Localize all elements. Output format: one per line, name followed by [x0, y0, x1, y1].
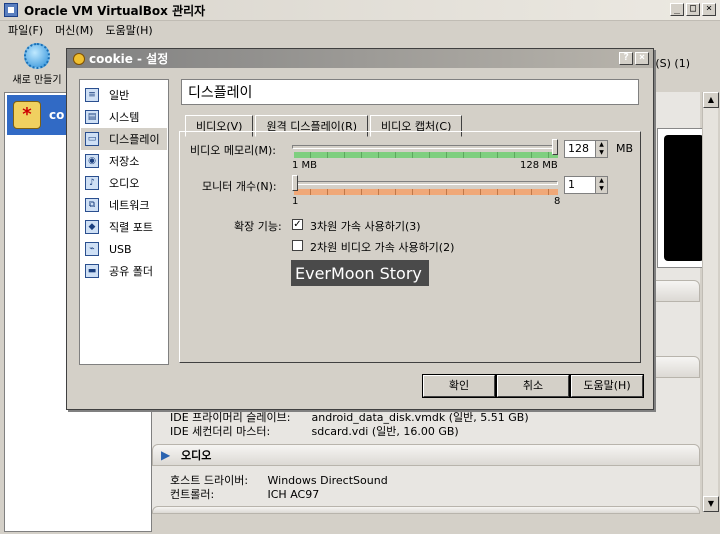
- watermark-overlay: EverMoon Story: [291, 260, 429, 286]
- video-memory-unit: MB: [616, 142, 634, 155]
- scroll-up-icon[interactable]: ▲: [703, 92, 719, 108]
- video-tab-body: 비디오 메모리(M): 1 MB 128 MB 128 ▲ ▼ MB 모니터 개수…: [179, 131, 641, 363]
- monitor-count-value: 1: [568, 178, 575, 191]
- system-icon: ▤: [85, 110, 99, 124]
- category-item-system[interactable]: ▤ 시스템: [81, 106, 167, 128]
- category-item-storage[interactable]: ◉ 저장소: [81, 150, 167, 172]
- category-label: 일반: [109, 89, 130, 102]
- vm-name: co: [49, 108, 65, 122]
- dialog-title: cookie - 설정: [89, 52, 169, 66]
- new-gear-icon: [24, 43, 50, 69]
- audio-value: ICH AC97: [267, 488, 320, 501]
- video-memory-range-bar: [294, 152, 558, 158]
- category-label: 저장소: [109, 155, 140, 168]
- spin-arrows-icon[interactable]: ▲ ▼: [595, 177, 607, 193]
- settings-gear-icon: [73, 52, 85, 65]
- serial-port-icon: ◆: [85, 220, 99, 234]
- speaker-icon: ▶: [161, 448, 171, 462]
- storage-value: sdcard.vdi (일반, 16.00 GB): [311, 425, 459, 438]
- help-question-icon[interactable]: ?: [619, 52, 633, 65]
- main-titlebar: Oracle VM VirtualBox 관리자 _ □ ×: [0, 0, 720, 21]
- dialog-close-icon[interactable]: ×: [635, 52, 649, 65]
- usb-icon: ⌁: [85, 242, 99, 256]
- category-list: ≡ 일반 ▤ 시스템 ▭ 디스플레이 ◉ 저장소 ♪ 오디오 ⧉ 네트워크 ◆ …: [79, 79, 169, 365]
- main-menubar: 파일(F) 머신(M) 도움말(H): [0, 21, 720, 39]
- accel2d-checkbox[interactable]: [292, 240, 303, 251]
- category-label: 오디오: [109, 177, 140, 190]
- vm-os-icon: *: [13, 101, 41, 129]
- category-item-audio[interactable]: ♪ 오디오: [81, 172, 167, 194]
- accel3d-label[interactable]: 3차원 가속 사용하기(3): [310, 218, 421, 234]
- settings-dialog: cookie - 설정 ? × ≡ 일반 ▤ 시스템 ▭ 디스플레이 ◉ 저장소…: [66, 48, 654, 410]
- audio-key: 컨트롤러:: [170, 488, 215, 501]
- help-button[interactable]: 도움말(H): [570, 374, 644, 398]
- maximize-icon[interactable]: □: [686, 3, 700, 16]
- video-memory-max-label: 128 MB: [520, 160, 558, 171]
- category-item-shared-folders[interactable]: ▬ 공유 폴더: [81, 260, 167, 282]
- main-window-title: Oracle VM VirtualBox 관리자: [24, 3, 206, 18]
- video-memory-spinbox[interactable]: 128 ▲ ▼: [564, 140, 608, 158]
- scroll-down-icon[interactable]: ▼: [703, 496, 719, 512]
- storage-row: IDE 세컨더리 마스터: sdcard.vdi (일반, 16.00 GB): [170, 423, 459, 439]
- new-vm-button[interactable]: 새로 만들기: [6, 41, 68, 87]
- category-item-usb[interactable]: ⌁ USB: [81, 238, 167, 260]
- video-memory-min-label: 1 MB: [292, 160, 318, 171]
- audio-row: 컨트롤러: ICH AC97: [170, 486, 319, 502]
- video-memory-label: 비디오 메모리(M):: [190, 144, 276, 157]
- ok-button[interactable]: 확인: [422, 374, 496, 398]
- monitor-count-max-label: 8: [554, 196, 561, 207]
- extended-features-label: 확장 기능:: [234, 220, 282, 233]
- storage-icon: ◉: [85, 154, 99, 168]
- section-title: 디스플레이: [181, 79, 639, 105]
- category-label: USB: [109, 242, 132, 256]
- monitor-count-spinbox[interactable]: 1 ▲ ▼: [564, 176, 608, 194]
- category-label: 디스플레이: [109, 133, 160, 146]
- monitor-count-slider-thumb[interactable]: [292, 175, 298, 191]
- category-label: 공유 폴더: [109, 265, 153, 278]
- storage-key: IDE 세컨더리 마스터:: [170, 425, 271, 438]
- category-item-display[interactable]: ▭ 디스플레이: [81, 128, 167, 150]
- folder-icon: ▬: [85, 264, 99, 278]
- category-label: 직렬 포트: [109, 221, 153, 234]
- dialog-titlebar: cookie - 설정 ? ×: [67, 49, 653, 68]
- display-icon: ▭: [85, 132, 99, 146]
- menu-file[interactable]: 파일(F): [8, 22, 43, 38]
- virtualbox-icon: [4, 3, 18, 17]
- category-item-general[interactable]: ≡ 일반: [81, 84, 167, 106]
- minimize-icon[interactable]: _: [670, 3, 684, 16]
- details-scrollbar[interactable]: ▲ ▼: [702, 92, 719, 512]
- audio-section-header[interactable]: ▶ 오디오: [152, 444, 700, 466]
- monitor-count-min-label: 1: [292, 196, 299, 207]
- cancel-button[interactable]: 취소: [496, 374, 570, 398]
- monitor-count-label: 모니터 개수(N):: [202, 180, 277, 193]
- video-memory-slider-track[interactable]: [292, 145, 558, 149]
- close-icon[interactable]: ×: [702, 3, 716, 16]
- category-label: 시스템: [109, 111, 140, 124]
- toolbar-snapshot-fragment[interactable]: (S) (1): [655, 57, 690, 70]
- audio-header-label: 오디오: [181, 449, 212, 462]
- accel3d-checkbox[interactable]: ✓: [292, 219, 303, 230]
- accel2d-label[interactable]: 2차원 비디오 가속 사용하기(2): [310, 239, 454, 255]
- menu-machine[interactable]: 머신(M): [55, 22, 93, 38]
- monitor-count-range-bar: [294, 189, 558, 195]
- new-vm-label: 새로 만들기: [12, 75, 62, 86]
- settings-panel: 디스플레이 비디오(V) 원격 디스플레이(R) 비디오 캡처(C) 비디오 메…: [175, 79, 643, 365]
- general-icon: ≡: [85, 88, 99, 102]
- main-window-controls: _ □ ×: [670, 3, 716, 16]
- video-memory-slider-thumb[interactable]: [552, 139, 558, 155]
- audio-icon: ♪: [85, 176, 99, 190]
- category-item-network[interactable]: ⧉ 네트워크: [81, 194, 167, 216]
- network-icon: ⧉: [85, 198, 99, 212]
- category-label: 네트워크: [109, 199, 150, 212]
- menu-help[interactable]: 도움말(H): [105, 22, 152, 38]
- monitor-count-slider-track[interactable]: [292, 181, 558, 185]
- dialog-controls: ? ×: [619, 52, 649, 65]
- video-memory-value: 128: [568, 142, 589, 155]
- preview-screen: [664, 135, 704, 261]
- details-section-header: [152, 506, 700, 514]
- spin-arrows-icon[interactable]: ▲ ▼: [595, 141, 607, 157]
- category-item-serial-port[interactable]: ◆ 직렬 포트: [81, 216, 167, 238]
